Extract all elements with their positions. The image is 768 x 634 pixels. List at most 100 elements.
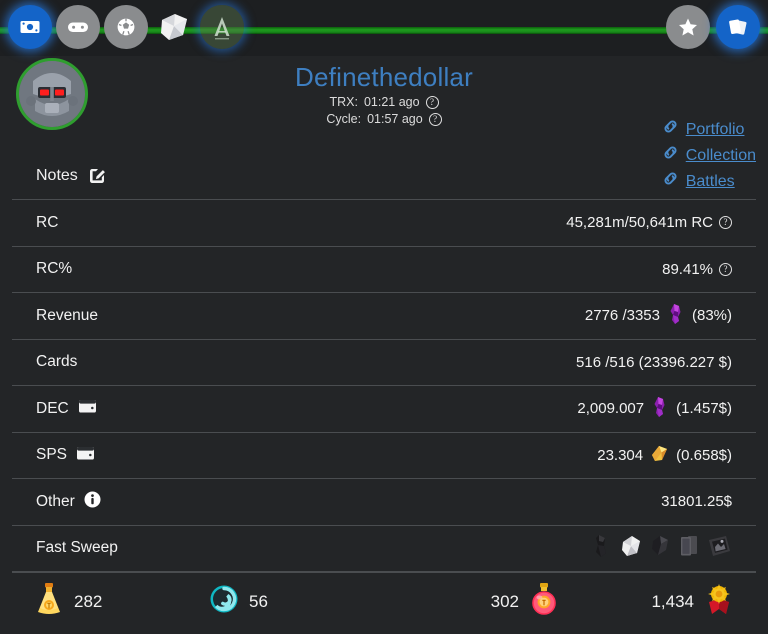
sps-usd-value: (0.658$): [676, 446, 732, 464]
dec-token-icon: [650, 396, 670, 422]
row-label-revenue: Revenue: [36, 306, 99, 324]
cycle-value: 01:57 ago: [367, 112, 423, 126]
card-pack-icon[interactable]: [677, 533, 701, 564]
rc-amount: 45,281m/50,641m RC: [566, 214, 713, 232]
page-title: Definethedollar: [295, 62, 473, 92]
stat-vortex[interactable]: 56: [209, 584, 384, 619]
soccer-ball-icon-button[interactable]: [104, 5, 148, 49]
link-portfolio[interactable]: Portfolio: [662, 118, 756, 142]
dark-figure-icon[interactable]: [590, 533, 614, 564]
cycle-label: Cycle:: [326, 112, 362, 126]
stat-gold-potion-value: 282: [74, 591, 103, 611]
wallet-icon[interactable]: [78, 398, 97, 419]
trx-status: TRX: 01:21 ago ?: [0, 94, 768, 111]
link-battles[interactable]: Battles: [662, 170, 756, 194]
cycle-help-icon[interactable]: ?: [428, 113, 442, 126]
revenue-amount: 2776 /3353: [584, 307, 660, 325]
scroll-icon: [155, 8, 193, 46]
scroll-icon-button[interactable]: [152, 5, 196, 49]
table-row-fast-sweep[interactable]: Fast Sweep: [12, 526, 756, 572]
link-battles-label: Battles: [685, 173, 735, 190]
rc-percent-amount: 89.41%: [662, 260, 713, 278]
nav-icons-right: [660, 5, 760, 49]
dark-crystal-icon[interactable]: [648, 533, 672, 564]
table-row-sps[interactable]: SPS 23.304 (0.658$): [12, 433, 756, 479]
table-row-rc-percent[interactable]: RC% 89.41% ?: [12, 247, 756, 293]
arena-a-icon: [207, 12, 237, 42]
gamepad-icon: [65, 14, 91, 40]
row-label-fast-sweep: Fast Sweep: [36, 539, 118, 557]
arena-a-icon-button[interactable]: [200, 5, 244, 49]
row-label-rc: RC: [36, 213, 59, 231]
row-value-cards: 516 /516 (23396.227 $): [576, 353, 732, 371]
rc-percent-help-icon[interactable]: ?: [719, 262, 732, 276]
row-value-sps: 23.304 (0.658$): [597, 443, 732, 468]
table-row-cards[interactable]: Cards 516 /516 (23396.227 $): [12, 340, 756, 386]
row-label-dec: DEC: [36, 398, 97, 419]
link-portfolio-label: Portfolio: [685, 121, 745, 138]
stats-table: RC 45,281m/50,641m RC ? RC% 89.41% ? Rev…: [12, 200, 756, 572]
cards-icon: [725, 14, 751, 40]
stat-vortex-value: 56: [249, 591, 268, 611]
row-label-cards: Cards: [36, 353, 78, 371]
row-label-rc-percent: RC%: [36, 260, 73, 278]
account-header: Definethedollar TRX: 01:21 ago ? Cycle: …: [0, 56, 768, 190]
soccer-ball-icon: [114, 15, 138, 39]
star-icon-button[interactable]: [666, 5, 710, 49]
table-row-dec[interactable]: DEC 2,009.007 (1.457$): [12, 386, 756, 433]
guild-crest-icon: [704, 582, 734, 621]
white-scroll-icon[interactable]: [619, 533, 643, 564]
fast-sweep-icons: [590, 533, 732, 564]
edit-pencil-square-icon[interactable]: [88, 166, 107, 185]
trx-value: 01:21 ago: [363, 95, 420, 109]
dec-usd-value: (1.457$): [676, 400, 732, 418]
star-icon: [676, 15, 700, 39]
money-icon-button[interactable]: [8, 5, 52, 49]
teal-vortex-icon: [209, 584, 239, 619]
rc-help-icon[interactable]: ?: [719, 216, 732, 230]
bottom-stats-bar: 282 56 302 1,434: [12, 572, 756, 630]
row-label-sps: SPS: [36, 445, 95, 466]
red-potion-icon: [529, 582, 559, 621]
quick-links: Portfolio Collection Battles: [662, 118, 756, 194]
info-icon[interactable]: [84, 491, 101, 513]
top-navigation-bar: [0, 0, 768, 56]
notes-label: Notes: [36, 166, 78, 184]
row-label-sps-text: SPS: [36, 446, 68, 464]
framed-relic-icon[interactable]: [706, 533, 732, 564]
revenue-percent: (83%): [691, 307, 732, 325]
sps-token-icon: [649, 443, 670, 468]
chain-link-icon: [662, 170, 679, 194]
gamepad-icon-button[interactable]: [56, 5, 100, 49]
row-label-other-text: Other: [36, 492, 75, 510]
cycle-status: Cycle: 01:57 ago ?: [0, 111, 768, 128]
stat-legendary-potion[interactable]: 302: [384, 582, 559, 621]
link-collection-label: Collection: [685, 147, 756, 164]
chain-link-icon: [662, 144, 679, 168]
wallet-icon[interactable]: [76, 445, 95, 466]
row-value-rc: 45,281m/50,641m RC ?: [566, 214, 732, 231]
stat-gold-potion[interactable]: 282: [34, 582, 209, 621]
stat-legendary-potion-value: 302: [490, 591, 519, 611]
stat-guild-crest[interactable]: 1,434: [559, 582, 734, 621]
cards-icon-button[interactable]: [716, 5, 760, 49]
sps-amount: 23.304: [597, 446, 644, 464]
table-row-rc[interactable]: RC 45,281m/50,641m RC ?: [12, 200, 756, 247]
row-value-rc-percent: 89.41% ?: [662, 261, 732, 278]
nav-icons-left: [8, 5, 248, 49]
money-icon: [18, 15, 42, 39]
link-collection[interactable]: Collection: [662, 144, 756, 168]
row-label-other: Other: [36, 491, 101, 513]
notes-row[interactable]: Notes: [12, 152, 756, 200]
dec-token-icon: [666, 303, 686, 329]
trx-help-icon[interactable]: ?: [425, 96, 439, 109]
trx-label: TRX:: [329, 95, 358, 109]
stat-guild-crest-value: 1,434: [651, 591, 694, 611]
row-value-revenue: 2776 /3353 (83%): [585, 303, 732, 329]
row-value-dec: 2,009.007 (1.457$): [577, 396, 732, 422]
table-row-other[interactable]: Other 31801.25$: [12, 479, 756, 526]
table-row-revenue[interactable]: Revenue 2776 /3353 (83%): [12, 293, 756, 340]
chain-link-icon: [662, 118, 679, 142]
dec-amount: 2,009.007: [577, 400, 645, 418]
row-label-dec-text: DEC: [36, 399, 69, 417]
